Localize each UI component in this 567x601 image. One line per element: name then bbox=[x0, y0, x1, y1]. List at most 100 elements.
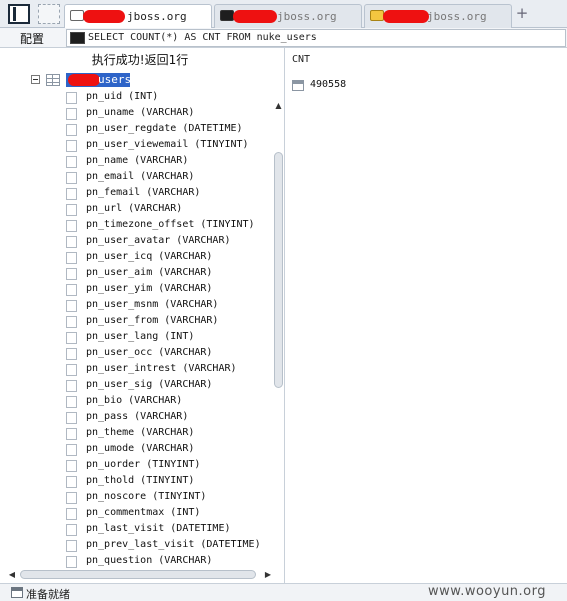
result-value: 490558 bbox=[310, 79, 347, 90]
column-label: pn_url (VARCHAR) bbox=[86, 203, 183, 214]
column-label: pn_user_lang (INT) bbox=[86, 331, 195, 342]
column-label: pn_question (VARCHAR) bbox=[86, 555, 213, 566]
column-item[interactable]: pn_commentmax (INT) bbox=[66, 506, 271, 522]
column-icon bbox=[66, 348, 77, 360]
column-icon bbox=[66, 524, 77, 536]
window-layout-icon[interactable] bbox=[8, 4, 30, 24]
column-icon bbox=[66, 108, 77, 120]
sql-query-text[interactable]: SELECT COUNT(*) AS CNT FROM nuke_users bbox=[88, 32, 317, 43]
column-item[interactable]: pn_uname (VARCHAR) bbox=[66, 106, 271, 122]
schema-tree-pane: 执行成功!返回1行 users pn_uid (INT) pn_uname (VA… bbox=[0, 48, 285, 583]
database-icon bbox=[370, 10, 384, 21]
column-icon bbox=[66, 460, 77, 472]
column-icon bbox=[66, 508, 77, 520]
add-tab-button[interactable]: + bbox=[515, 5, 529, 21]
column-item[interactable]: pn_user_msnm (VARCHAR) bbox=[66, 298, 271, 314]
scroll-left-arrow-icon[interactable]: ◀ bbox=[8, 570, 16, 579]
document-icon bbox=[70, 10, 84, 21]
column-label: pn_user_regdate (DATETIME) bbox=[86, 123, 243, 134]
column-list: pn_uid (INT) pn_uname (VARCHAR) pn_user_re… bbox=[66, 90, 271, 570]
column-item[interactable]: pn_user_yim (VARCHAR) bbox=[66, 282, 271, 298]
vertical-scroll-thumb[interactable] bbox=[274, 152, 283, 388]
result-column-header[interactable]: CNT bbox=[292, 54, 310, 65]
column-item[interactable]: pn_user_aim (VARCHAR) bbox=[66, 266, 271, 282]
column-icon bbox=[66, 172, 77, 184]
column-item[interactable]: pn_umode (VARCHAR) bbox=[66, 442, 271, 458]
column-item[interactable]: pn_user_regdate (DATETIME) bbox=[66, 122, 271, 138]
new-window-icon[interactable] bbox=[38, 4, 60, 24]
column-item[interactable]: pn_last_visit (DATETIME) bbox=[66, 522, 271, 538]
column-item[interactable]: pn_theme (VARCHAR) bbox=[66, 426, 271, 442]
column-icon bbox=[66, 156, 77, 168]
column-label: pn_user_yim (VARCHAR) bbox=[86, 283, 213, 294]
column-item[interactable]: pn_thold (TINYINT) bbox=[66, 474, 271, 490]
column-item[interactable]: pn_name (VARCHAR) bbox=[66, 154, 271, 170]
horizontal-scrollbar[interactable]: ◀ ▶ bbox=[8, 567, 274, 581]
column-item[interactable]: pn_user_from (VARCHAR) bbox=[66, 314, 271, 330]
column-icon bbox=[66, 252, 77, 264]
tab-bar: jboss.org jboss.org jboss.org + bbox=[0, 0, 567, 29]
tab-1-label: jboss.org bbox=[127, 10, 187, 23]
column-item[interactable]: pn_user_lang (INT) bbox=[66, 330, 271, 346]
redaction-mark bbox=[68, 74, 100, 86]
column-icon bbox=[66, 188, 77, 200]
column-item[interactable]: pn_user_icq (VARCHAR) bbox=[66, 250, 271, 266]
column-item[interactable]: pn_femail (VARCHAR) bbox=[66, 186, 271, 202]
column-label: pn_prev_last_visit (DATETIME) bbox=[86, 539, 261, 550]
column-label: pn_theme (VARCHAR) bbox=[86, 427, 195, 438]
column-item[interactable]: pn_user_occ (VARCHAR) bbox=[66, 346, 271, 362]
tab-2-label: jboss.org bbox=[277, 10, 337, 23]
column-item[interactable]: pn_uorder (TINYINT) bbox=[66, 458, 271, 474]
redaction-mark bbox=[233, 10, 277, 23]
column-item[interactable]: pn_pass (VARCHAR) bbox=[66, 410, 271, 426]
column-icon bbox=[66, 124, 77, 136]
column-icon bbox=[66, 412, 77, 424]
column-item[interactable]: pn_user_intrest (VARCHAR) bbox=[66, 362, 271, 378]
column-item[interactable]: pn_noscore (TINYINT) bbox=[66, 490, 271, 506]
sql-input[interactable]: SELECT COUNT(*) AS CNT FROM nuke_users bbox=[66, 29, 566, 47]
column-label: pn_user_msnm (VARCHAR) bbox=[86, 299, 219, 310]
column-icon bbox=[66, 140, 77, 152]
tree-root-label: users bbox=[98, 73, 132, 86]
column-label: pn_uorder (TINYINT) bbox=[86, 459, 201, 470]
tab-2[interactable]: jboss.org bbox=[214, 4, 362, 28]
column-item[interactable]: pn_bio (VARCHAR) bbox=[66, 394, 271, 410]
column-item[interactable]: pn_timezone_offset (TINYINT) bbox=[66, 218, 271, 234]
column-icon bbox=[66, 92, 77, 104]
column-item[interactable]: pn_url (VARCHAR) bbox=[66, 202, 271, 218]
table-icon bbox=[46, 74, 60, 86]
column-label: pn_user_aim (VARCHAR) bbox=[86, 267, 213, 278]
collapse-icon[interactable] bbox=[31, 75, 40, 84]
tab-1[interactable]: jboss.org bbox=[64, 4, 212, 29]
vertical-scrollbar[interactable]: ▲ ▼ bbox=[272, 100, 285, 601]
column-item[interactable]: pn_email (VARCHAR) bbox=[66, 170, 271, 186]
column-label: pn_user_viewemail (TINYINT) bbox=[86, 139, 249, 150]
tab-3[interactable]: jboss.org bbox=[364, 4, 512, 28]
column-label: pn_timezone_offset (TINYINT) bbox=[86, 219, 255, 230]
scroll-up-arrow-icon[interactable]: ▲ bbox=[274, 102, 283, 110]
column-item[interactable]: pn_prev_last_visit (DATETIME) bbox=[66, 538, 271, 554]
column-label: pn_name (VARCHAR) bbox=[86, 155, 189, 166]
column-item[interactable]: pn_uid (INT) bbox=[66, 90, 271, 106]
column-label: pn_last_visit (DATETIME) bbox=[86, 523, 231, 534]
column-item[interactable]: pn_user_avatar (VARCHAR) bbox=[66, 234, 271, 250]
column-item[interactable]: pn_user_viewemail (TINYINT) bbox=[66, 138, 271, 154]
horizontal-scroll-thumb[interactable] bbox=[20, 570, 256, 579]
tree-root-selected[interactable]: users bbox=[66, 73, 132, 87]
status-bar: 准备就绪 www.wooyun.org bbox=[0, 583, 567, 601]
column-icon bbox=[66, 316, 77, 328]
column-icon bbox=[66, 396, 77, 408]
column-icon bbox=[66, 300, 77, 312]
execution-status: 执行成功!返回1行 bbox=[91, 53, 189, 67]
column-icon bbox=[66, 476, 77, 488]
config-button[interactable]: 配置 bbox=[20, 30, 44, 47]
column-label: pn_uid (INT) bbox=[86, 91, 159, 102]
column-icon bbox=[66, 236, 77, 248]
column-label: pn_uname (VARCHAR) bbox=[86, 107, 195, 118]
scroll-right-arrow-icon[interactable]: ▶ bbox=[264, 570, 272, 579]
column-icon bbox=[66, 380, 77, 392]
watermark: www.wooyun.org bbox=[428, 584, 547, 599]
column-label: pn_commentmax (INT) bbox=[86, 507, 201, 518]
column-item[interactable]: pn_user_sig (VARCHAR) bbox=[66, 378, 271, 394]
column-icon bbox=[66, 540, 77, 552]
